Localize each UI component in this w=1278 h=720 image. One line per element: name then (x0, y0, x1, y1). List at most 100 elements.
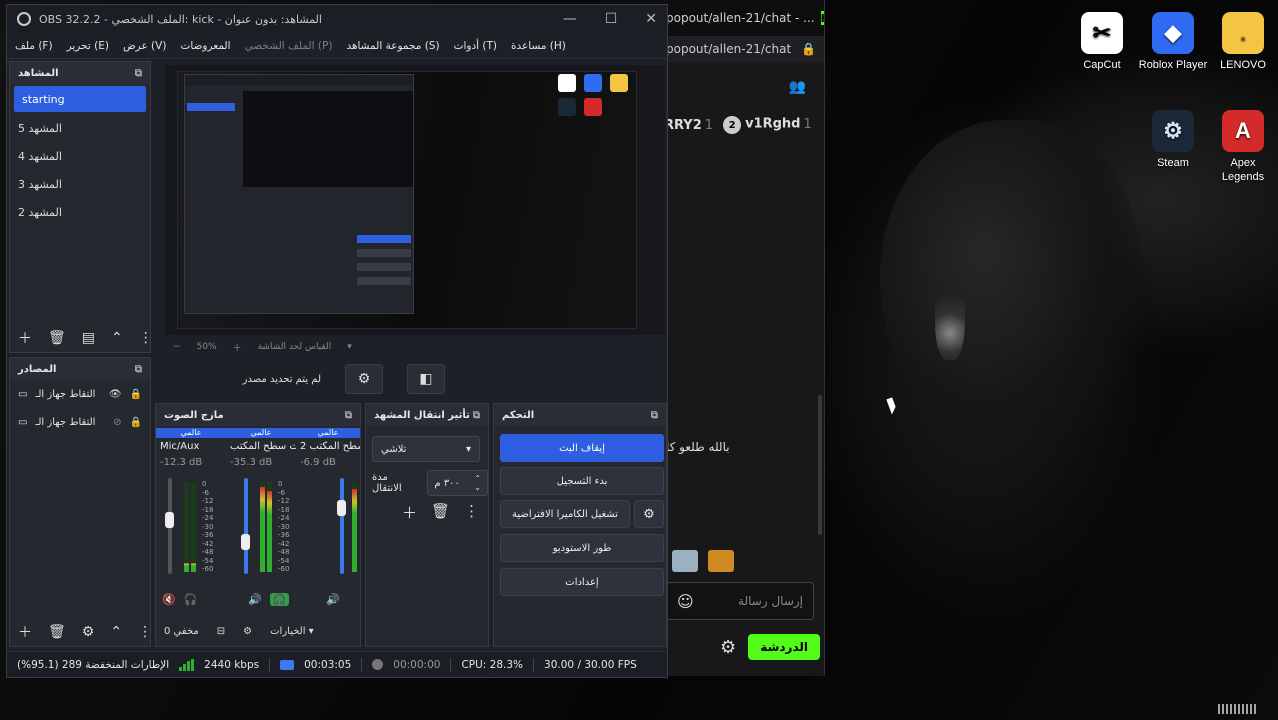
zoom-in-icon[interactable]: ＋ (233, 341, 242, 354)
zoom-mode[interactable]: القياس لحد الشاشة (258, 342, 332, 352)
speaker-icon[interactable]: 🔊 (248, 593, 262, 606)
spin-arrows-icon[interactable]: ⌃ ⌄ (474, 474, 481, 492)
source-properties-gear-icon[interactable]: ⚙ (345, 364, 383, 394)
desktop-icon-lenovo-folder[interactable]: . LENOVO (1208, 12, 1278, 72)
controls-title: التحكم (502, 409, 535, 421)
menu-tools[interactable]: أدوات (T) (454, 40, 497, 52)
chevron-up-icon[interactable]: ⌃ (111, 330, 123, 346)
eye-hidden-icon[interactable]: ⊘ (113, 417, 121, 428)
volume-knob[interactable] (241, 534, 250, 550)
preview-desktop-icons (558, 74, 630, 116)
undock-icon[interactable]: ⧉ (473, 410, 480, 421)
channel-name[interactable]: صوت سطح المكتب (226, 438, 296, 455)
preview-area[interactable]: − 50% ＋ القياس لحد الشاشة ▾ (165, 65, 665, 354)
add-icon[interactable]: ＋ (18, 622, 32, 642)
chevron-down-icon[interactable]: ▾ (347, 342, 352, 352)
start-virtual-camera-button[interactable]: تشغيل الكاميرا الافتراضية (500, 500, 630, 528)
speaker-icon[interactable]: 🔊 (326, 593, 340, 606)
scenes-toolbar: ＋ 🗑 ▤ ⌃ ⋮ (10, 324, 153, 352)
chevron-up-icon[interactable]: ⌃ (110, 624, 122, 640)
menu-help[interactable]: مساعدة (H) (511, 40, 566, 52)
preview-zoom-bar: − 50% ＋ القياس لحد الشاشة ▾ (165, 337, 665, 357)
live-icon (280, 659, 295, 670)
menu-edit[interactable]: تحرير (E) (67, 40, 109, 52)
duration-input[interactable]: ٣٠٠ م ⌃ ⌄ (427, 470, 488, 496)
mixer-layout-icon[interactable]: ⊟ (217, 626, 225, 637)
trash-icon[interactable]: 🗑 (48, 624, 66, 640)
transitions-dock: تأثير انتقال المشهد ⧉ تلاشي ▾ مدة الانتق… (365, 403, 489, 647)
source-item[interactable]: ▭ التقاط جهاز الـ ⊘ 🔒 (10, 408, 150, 436)
source-item[interactable]: ▭ التقاط جهاز الـ 👁 🔒 (10, 380, 150, 408)
more-icon[interactable]: ⋮ (139, 330, 153, 346)
chat-message-input[interactable]: ☺ إرسال رسالة (666, 582, 814, 620)
maximize-icon[interactable]: ☐ (605, 11, 618, 27)
speaker-muted-icon[interactable]: 🔇 (162, 593, 176, 606)
scene-item[interactable]: المشهد 4 (10, 142, 150, 170)
scene-item[interactable]: المشهد 5 (10, 114, 150, 142)
menu-profile[interactable]: الملف الشخصي (P) (245, 40, 333, 52)
studio-mode-button[interactable]: طور الاستوديو (500, 534, 664, 562)
headphones-icon[interactable]: 🎧 (184, 593, 198, 606)
settings-button[interactable]: إعدادات (500, 568, 664, 596)
lock-icon[interactable]: 🔒 (130, 417, 142, 428)
live-time: 00:03:05 (304, 658, 352, 671)
chat-send-button[interactable]: الدردشة (748, 634, 820, 660)
menu-view[interactable]: عرض (V) (123, 40, 166, 52)
close-icon[interactable]: ✕ (645, 11, 657, 27)
channel-name[interactable]: Mic/Aux (156, 438, 226, 455)
menu-file[interactable]: ملف (F) (15, 40, 53, 52)
sources-title: المصادر (18, 363, 57, 375)
volume-knob[interactable] (165, 512, 174, 528)
desktop-icon-capcut[interactable]: ✂ CapCut (1067, 12, 1137, 72)
lock-icon[interactable]: 🔒 (130, 389, 142, 400)
desktop-icon-roblox[interactable]: ◆ Roblox Player (1138, 12, 1208, 72)
minimize-icon[interactable]: — (563, 11, 577, 27)
obs-titlebar[interactable]: OBS 32.2.2 - الملف الشخصي: kick - المشاه… (7, 5, 667, 33)
volume-slider[interactable] (244, 478, 248, 574)
virtual-camera-gear-icon[interactable]: ⚙ (634, 500, 664, 528)
desktop-icon-steam[interactable]: ⚙ Steam (1138, 110, 1208, 170)
volume-knob[interactable] (337, 500, 346, 516)
signal-bars-icon (179, 658, 195, 671)
stop-streaming-button[interactable]: إيقاف البث (500, 434, 664, 462)
add-icon[interactable]: ＋ (402, 502, 417, 523)
mixer-options-button[interactable]: الخيارات ▾ (270, 626, 314, 637)
lock-icon: 🔒 (801, 42, 817, 56)
scene-item-starting[interactable]: starting (14, 86, 146, 112)
more-icon[interactable]: ⋮ (464, 502, 479, 523)
source-filters-icon[interactable]: ◧ (407, 364, 445, 394)
menu-scene-collection[interactable]: مجموعة المشاهد (S) (346, 40, 439, 52)
preview-canvas[interactable] (177, 71, 637, 329)
zoom-out-icon[interactable]: − (173, 342, 181, 352)
channel-buttons: 🔇 🎧 (162, 593, 197, 606)
chat-scrollbar[interactable] (818, 395, 822, 535)
scene-item[interactable]: المشهد 2 (10, 198, 150, 226)
menu-docks[interactable]: المعروضات (180, 40, 230, 52)
more-icon[interactable]: ⋮ (138, 624, 152, 640)
headphones-icon[interactable]: 🎧 (269, 593, 290, 606)
scene-item[interactable]: المشهد 3 (10, 170, 150, 198)
desktop-icon-apex[interactable]: A Apex Legends (1208, 110, 1278, 184)
start-recording-button[interactable]: بدء التسجيل (500, 467, 664, 495)
emoji-icon[interactable]: ☺ (677, 592, 694, 611)
channel-name[interactable]: سطح المكتب 2 (296, 438, 360, 455)
gear-icon[interactable]: ⚙ (243, 626, 252, 637)
add-icon[interactable]: ＋ (18, 328, 32, 348)
undock-icon[interactable]: ⧉ (135, 364, 142, 375)
trash-icon[interactable]: 🗑 (48, 330, 66, 346)
rank-badge: 2 (723, 116, 742, 134)
undock-icon[interactable]: ⧉ (345, 410, 352, 421)
gear-icon[interactable]: ⚙ (82, 624, 95, 640)
transition-select[interactable]: تلاشي ▾ (372, 436, 480, 462)
dropped-frames: الإطارات المنخفضة 289 (95.1%) (17, 658, 170, 671)
trash-icon[interactable]: 🗑 (431, 502, 450, 523)
users-icon[interactable]: 👥 (789, 79, 806, 95)
undock-icon[interactable]: ⧉ (651, 410, 658, 421)
chat-settings-gear-icon[interactable]: ⚙ (720, 637, 736, 658)
channel-buttons: 🔊 (326, 593, 340, 606)
volume-slider[interactable] (340, 478, 344, 574)
no-source-label: لم يتم تحديد مصدر (242, 373, 321, 385)
filter-icon[interactable]: ▤ (82, 330, 95, 346)
undock-icon[interactable]: ⧉ (135, 68, 142, 79)
eye-icon[interactable]: 👁 (109, 389, 122, 400)
